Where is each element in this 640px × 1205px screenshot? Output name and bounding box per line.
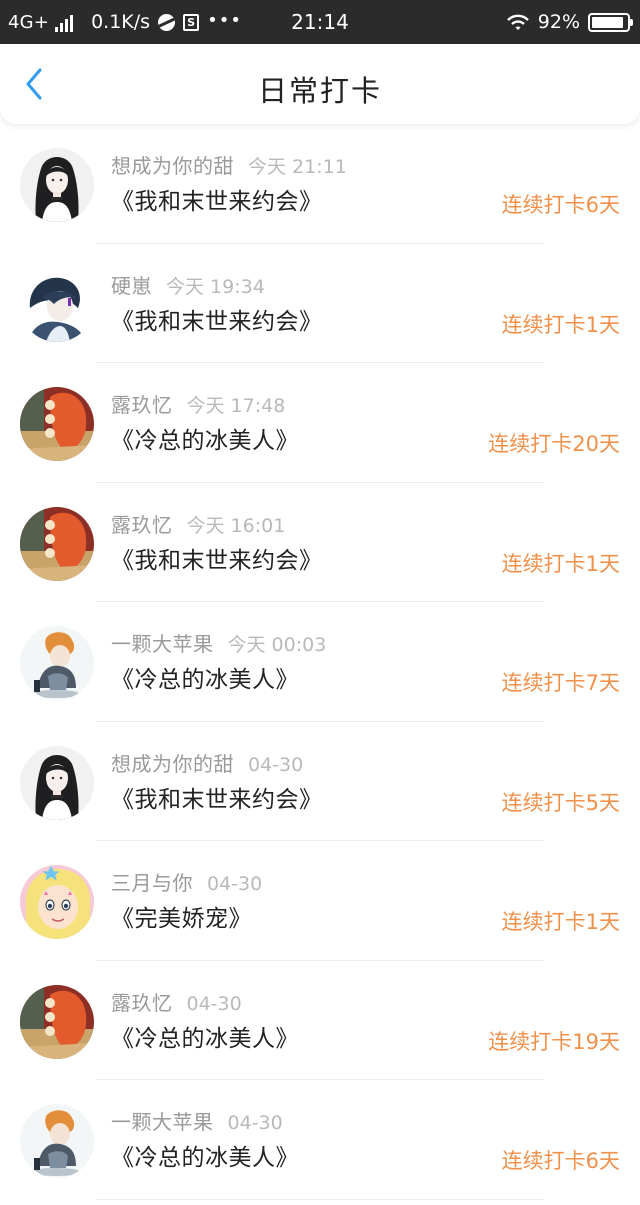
user-name[interactable]: 三月与你 bbox=[111, 871, 193, 895]
user-name[interactable]: 露玖忆 bbox=[111, 991, 173, 1015]
checkin-time: 04-30 bbox=[186, 992, 242, 1015]
status-bar: 4G+ 0.1K/s S ••• 21:14 92% bbox=[0, 0, 640, 44]
book-title[interactable]: 《冷总的冰美人》 bbox=[111, 425, 299, 457]
book-title[interactable]: 《冷总的冰美人》 bbox=[111, 1023, 299, 1055]
list-item[interactable]: 露玖忆 今天 16:01 《我和末世来约会》 连续打卡1天 bbox=[0, 483, 640, 603]
checkin-time: 今天 00:03 bbox=[227, 634, 327, 656]
list-item[interactable]: 露玖忆 04-30 《冷总的冰美人》 连续打卡19天 bbox=[0, 961, 640, 1081]
streak-label: 连续打卡20天 bbox=[488, 432, 620, 456]
status-bar-right: 92% bbox=[506, 0, 633, 44]
checkin-time: 04-30 bbox=[248, 753, 304, 776]
network-type: 4G+ bbox=[8, 11, 50, 33]
user-name[interactable]: 露玖忆 bbox=[111, 513, 173, 537]
list-item[interactable]: 硬崽 今天 19:34 《我和末世来约会》 连续打卡1天 bbox=[0, 244, 640, 364]
checkin-list: 想成为你的甜 今天 21:11 《我和末世来约会》 连续打卡6天 硬崽 今天 19:34… bbox=[0, 124, 640, 1200]
signal-icon bbox=[55, 12, 74, 32]
user-name[interactable]: 一颗大苹果 bbox=[111, 1110, 214, 1134]
page-title: 日常打卡 bbox=[257, 74, 382, 108]
list-item[interactable]: 想成为你的甜 今天 21:11 《我和末世来约会》 连续打卡6天 bbox=[0, 124, 640, 244]
meta-line: 三月与你 04-30 bbox=[111, 870, 262, 897]
meta-line: 硬崽 今天 19:34 bbox=[111, 273, 265, 300]
meta-line: 一颗大苹果 04-30 bbox=[111, 1109, 283, 1136]
book-title[interactable]: 《我和末世来约会》 bbox=[111, 545, 323, 577]
streak-label: 连续打卡1天 bbox=[501, 551, 620, 576]
streak-label: 连续打卡7天 bbox=[501, 671, 620, 695]
meta-line: 想成为你的甜 04-30 bbox=[111, 751, 303, 778]
battery-icon bbox=[588, 12, 633, 32]
checkin-time: 今天 21:11 bbox=[248, 156, 347, 178]
s-icon: S bbox=[183, 13, 200, 31]
book-title[interactable]: 《冷总的冰美人》 bbox=[111, 664, 299, 696]
user-name[interactable]: 想成为你的甜 bbox=[111, 752, 234, 776]
ball-icon bbox=[158, 13, 176, 31]
wifi-icon bbox=[506, 14, 529, 30]
meta-line: 一颗大苹果 今天 00:03 bbox=[111, 631, 326, 658]
status-bar-left: 4G+ 0.1K/s S ••• bbox=[8, 0, 242, 44]
user-name[interactable]: 想成为你的甜 bbox=[111, 154, 234, 178]
battery-level bbox=[592, 16, 624, 28]
avatar-orange-hair[interactable] bbox=[20, 1104, 94, 1178]
checkin-time: 04-30 bbox=[207, 873, 263, 895]
avatar-orange-hair[interactable] bbox=[20, 626, 94, 700]
list-item[interactable]: 想成为你的甜 04-30 《我和末世来约会》 连续打卡5天 bbox=[0, 722, 640, 842]
avatar-blue-hair[interactable] bbox=[20, 267, 94, 342]
list-item[interactable]: 一颗大苹果 今天 00:03 《冷总的冰美人》 连续打卡7天 bbox=[0, 602, 640, 722]
streak-label: 连续打卡6天 bbox=[501, 193, 620, 217]
list-item[interactable]: 一颗大苹果 04-30 《冷总的冰美人》 连续打卡6天 bbox=[0, 1080, 640, 1200]
battery-percent: 92% bbox=[537, 11, 580, 33]
streak-label: 连续打卡19天 bbox=[488, 1029, 620, 1054]
list-item[interactable]: 露玖忆 今天 17:48 《冷总的冰美人》 连续打卡20天 bbox=[0, 363, 640, 483]
meta-line: 露玖忆 今天 17:48 bbox=[111, 392, 285, 419]
streak-label: 连续打卡5天 bbox=[501, 790, 620, 815]
streak-label: 连续打卡6天 bbox=[501, 1149, 620, 1173]
streak-label: 连续打卡1天 bbox=[501, 312, 620, 337]
avatar-red-hair[interactable] bbox=[20, 506, 94, 581]
user-name[interactable]: 露玖忆 bbox=[111, 393, 173, 417]
network-speed: 0.1K/s bbox=[91, 11, 151, 33]
meta-line: 露玖忆 今天 16:01 bbox=[111, 512, 285, 539]
avatar-red-hair[interactable] bbox=[20, 387, 94, 461]
checkin-time: 今天 17:48 bbox=[186, 395, 286, 417]
avatar-red-hair[interactable] bbox=[20, 984, 94, 1059]
checkin-time: 04-30 bbox=[227, 1112, 283, 1134]
checkin-time: 今天 19:34 bbox=[166, 275, 265, 298]
book-title[interactable]: 《完美娇宠》 bbox=[111, 903, 252, 935]
meta-line: 想成为你的甜 今天 21:11 bbox=[111, 153, 347, 180]
avatar-cartoon-star[interactable] bbox=[20, 865, 94, 939]
more-dots-icon: ••• bbox=[207, 9, 242, 31]
book-title[interactable]: 《我和末世来约会》 bbox=[111, 784, 323, 816]
list-item[interactable]: 三月与你 04-30 《完美娇宠》 连续打卡1天 bbox=[0, 841, 640, 961]
book-title[interactable]: 《我和末世来约会》 bbox=[111, 306, 323, 338]
header-bar: 日常打卡 bbox=[0, 44, 640, 124]
user-name[interactable]: 一颗大苹果 bbox=[111, 632, 214, 656]
user-name[interactable]: 硬崽 bbox=[111, 274, 152, 298]
avatar-dark-hair[interactable] bbox=[20, 148, 94, 222]
book-title[interactable]: 《冷总的冰美人》 bbox=[111, 1142, 299, 1174]
checkin-time: 今天 16:01 bbox=[186, 514, 286, 537]
book-title[interactable]: 《我和末世来约会》 bbox=[111, 186, 323, 218]
meta-line: 露玖忆 04-30 bbox=[111, 990, 242, 1017]
avatar-dark-hair[interactable] bbox=[20, 745, 94, 820]
streak-label: 连续打卡1天 bbox=[501, 910, 620, 934]
